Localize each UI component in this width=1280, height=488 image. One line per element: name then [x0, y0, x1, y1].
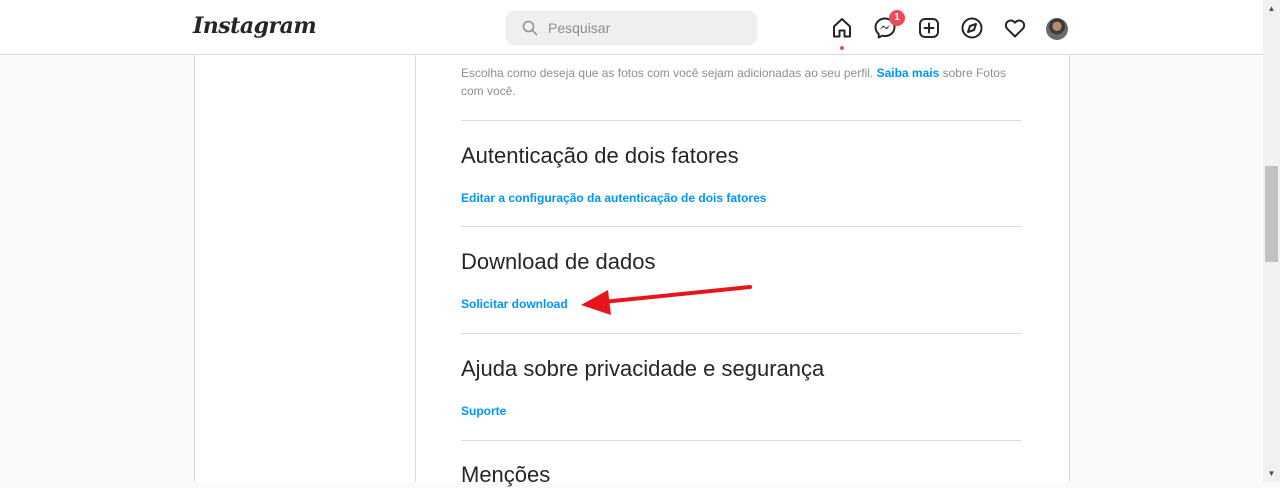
- section-divider: [461, 120, 1022, 121]
- section-divider: [461, 226, 1022, 227]
- explore-button[interactable]: [960, 16, 986, 42]
- new-post-button[interactable]: [917, 16, 943, 42]
- learn-more-link[interactable]: Saiba mais: [877, 66, 940, 80]
- heart-icon: [1004, 19, 1026, 38]
- instagram-logo[interactable]: Instagram: [193, 13, 317, 39]
- scroll-down-arrow[interactable]: ▼: [1263, 465, 1280, 482]
- activity-button[interactable]: [1003, 16, 1029, 42]
- notification-badge: 1: [889, 10, 905, 26]
- photos-of-you-description: Escolha como deseja que as fotos com voc…: [461, 64, 1021, 100]
- request-download-link[interactable]: Solicitar download: [461, 297, 568, 311]
- section-title-data-download: Download de dados: [461, 249, 656, 274]
- home-icon: [833, 18, 851, 38]
- search-input[interactable]: [546, 19, 740, 37]
- scroll-up-arrow[interactable]: ▲: [1263, 0, 1280, 17]
- annotation-arrow: [581, 285, 752, 315]
- description-text: Escolha como deseja que as fotos com voc…: [461, 66, 877, 80]
- sidebar-divider: [415, 54, 416, 482]
- messenger-button[interactable]: 1: [873, 10, 905, 42]
- compass-icon: [961, 17, 983, 39]
- home-button[interactable]: [830, 16, 856, 50]
- section-divider: [461, 440, 1022, 441]
- edit-two-factor-link[interactable]: Editar a configuração da autenticação de…: [461, 191, 766, 205]
- active-indicator: [840, 46, 844, 50]
- section-divider: [461, 333, 1022, 334]
- section-title-two-factor: Autenticação de dois fatores: [461, 143, 739, 168]
- page-scrollbar[interactable]: ▲ ▼: [1263, 0, 1280, 482]
- profile-avatar[interactable]: [1046, 18, 1068, 40]
- new-post-icon: [919, 18, 939, 38]
- search-icon: [522, 20, 538, 36]
- search-box[interactable]: [506, 11, 757, 45]
- section-title-mentions: Menções: [461, 462, 551, 487]
- section-title-privacy-help: Ajuda sobre privacidade e segurança: [461, 356, 825, 381]
- top-nav-bar: Instagram 1: [0, 0, 1263, 55]
- support-link[interactable]: Suporte: [461, 404, 506, 418]
- scroll-thumb[interactable]: [1265, 166, 1278, 262]
